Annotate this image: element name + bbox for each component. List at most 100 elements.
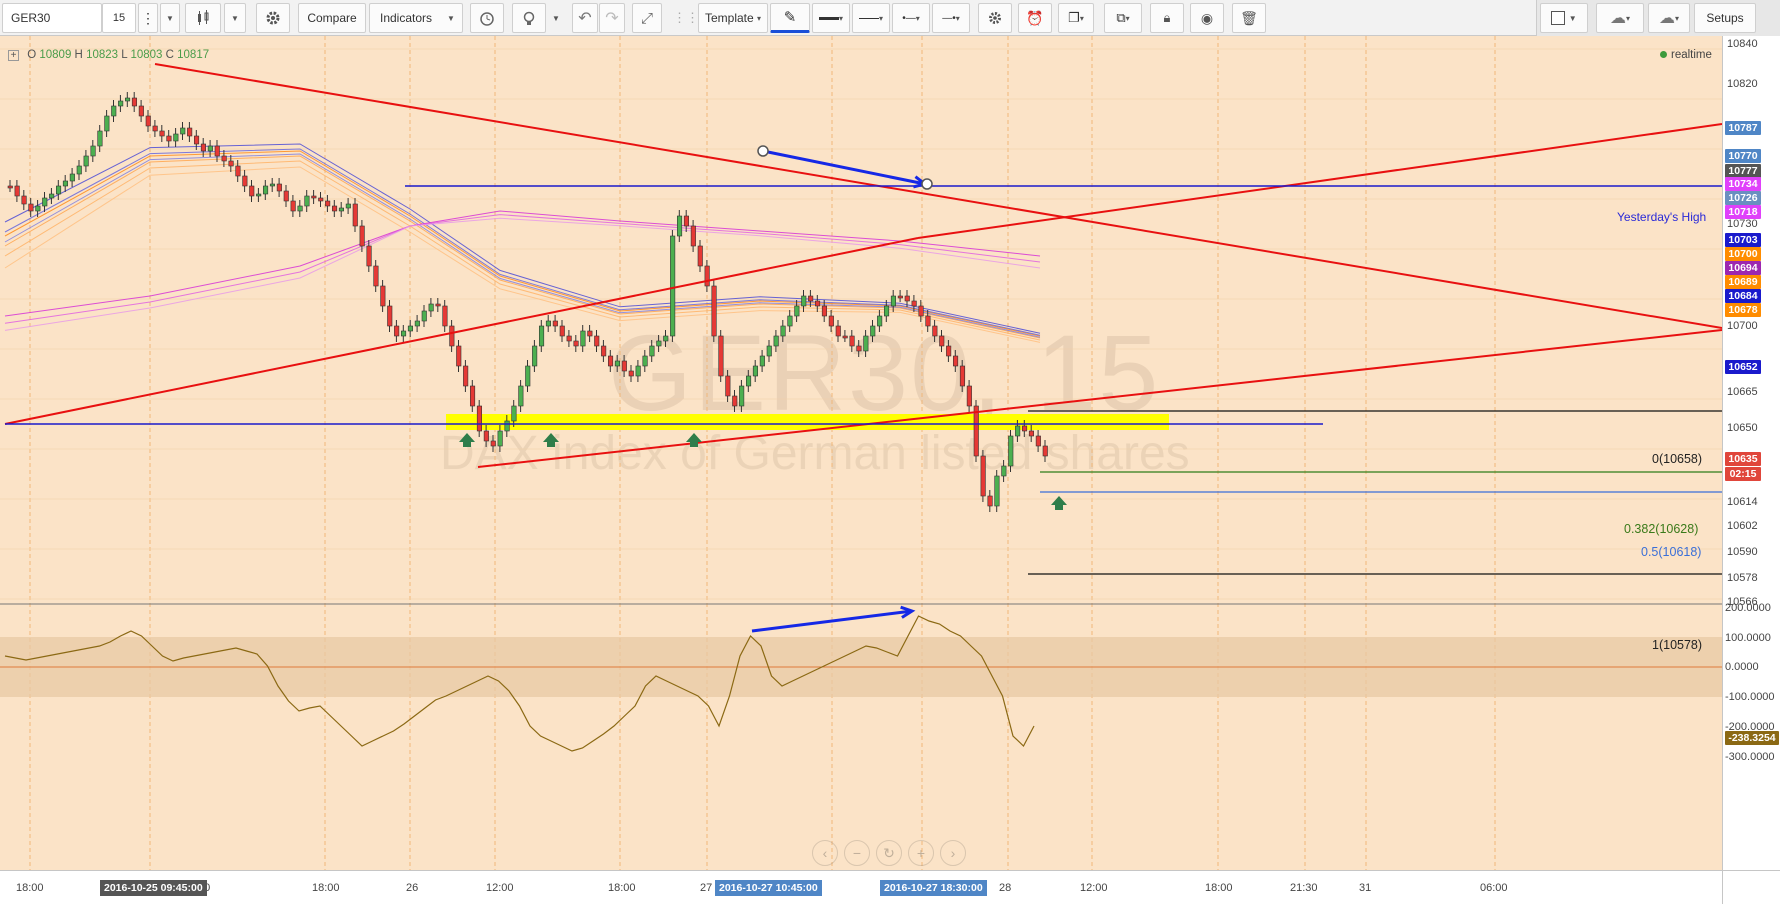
line-thin-icon [858,17,879,19]
candle-body [1008,435,1014,467]
trendline-upper [154,63,1722,329]
line-end-button[interactable]: —• ▾ [932,3,970,33]
candle-body [35,205,41,212]
candle-body [476,405,483,432]
candle-body [980,455,986,497]
time-highlight: 2016-10-27 18:30:00 [880,880,987,896]
anchor-handle [757,145,769,157]
visibility-button[interactable]: ◉ [1190,3,1224,33]
scroll-left-icon[interactable]: ‹ [812,840,838,866]
candle-body [83,155,89,167]
ideas-dropdown[interactable]: ▼ [546,3,566,33]
time-tick: 28 [999,882,1012,894]
chart-style-button[interactable] [185,3,221,33]
legend-expand-icon[interactable]: + [8,50,19,61]
lock-button[interactable]: 🔒︎ [1150,3,1184,33]
candle-body [566,335,572,342]
price-tag: 10694 [1725,261,1761,275]
settings-button[interactable] [256,3,290,33]
candle-body [911,300,917,307]
candle-body [338,207,345,212]
delete-button[interactable]: 🗑︎ [1232,3,1266,33]
line-color-button[interactable]: ▾ [812,3,850,33]
price-tick: 10730 [1727,218,1758,230]
drawing-alert-button[interactable]: ⏰ [1018,3,1052,33]
candle-body [704,265,710,287]
chart-style-dropdown[interactable]: ▼ [224,3,246,33]
candle-body [14,185,20,197]
time-axis[interactable]: 18:000018:002612:0018:00272812:0018:0021… [0,870,1722,904]
interval-selector[interactable]: 15 [102,3,136,33]
price-chart[interactable]: GER30, 15 DAX index of German listed sha… [0,36,1722,904]
candle-body [607,355,614,367]
line-dot-icon: •— [902,12,916,24]
price-tick: 10602 [1727,520,1758,532]
time-highlight: 2016-10-25 09:45:00 [100,880,207,896]
candle-body [256,193,262,197]
drawing-settings-button[interactable] [978,3,1012,33]
candle-body [242,175,248,187]
compare-button[interactable]: Compare [298,3,366,33]
high-label: H [74,49,83,61]
candle-body [821,305,828,317]
scroll-right-icon[interactable]: › [940,840,966,866]
trendline-lower-2 [917,123,1722,239]
undo-button[interactable]: ↶ [572,3,598,33]
price-tag: 10787 [1725,121,1761,135]
realtime-label: realtime [1671,49,1712,61]
reset-icon[interactable]: ↻ [876,840,902,866]
candle-body [228,160,234,167]
buy-arrow-icon [459,433,475,447]
clone-button[interactable]: ⧉ ▾ [1104,3,1142,33]
fullscreen-button[interactable]: ⤢ [632,3,662,33]
indicators-dropdown[interactable]: ▼ [440,3,462,33]
setups-button[interactable]: Setups [1694,3,1756,33]
symbol-input[interactable]: GER30 [2,3,102,33]
candle-body [870,325,876,337]
candle-body [394,325,400,337]
candle-body [483,430,489,442]
zoom-out-icon[interactable]: − [844,840,870,866]
candle-body [28,203,34,212]
alarm-clock-icon [480,12,494,26]
ideas-button[interactable] [512,3,546,33]
pencil-tool-button[interactable]: ✎ [770,3,810,33]
alert-button[interactable] [470,3,504,33]
fib-level-1: 1(10578) [1652,638,1703,652]
chart-canvas[interactable] [0,36,1722,904]
candle-body [525,365,531,387]
save-layout-button[interactable]: ☁ ▾ [1648,3,1690,33]
candle-body [345,203,351,209]
candle-body [559,325,565,337]
template-button[interactable]: Template ▾ [698,3,768,33]
support-zone [446,414,1169,430]
redo-button[interactable]: ↷ [599,3,625,33]
zoom-in-icon[interactable]: + [908,840,934,866]
fib-level-0382: 0.382(10628) [1624,522,1699,536]
time-tick: 06:00 [1480,882,1508,894]
line-style-button[interactable]: •— ▾ [892,3,930,33]
line-width-button[interactable]: ▾ [852,3,890,33]
candle-body [97,130,103,147]
high-value: 10823 [86,49,119,61]
arrange-button[interactable]: ❐ ▾ [1058,3,1094,33]
open-value: 10809 [39,49,72,61]
drag-handle[interactable]: ⋮⋮ [673,3,699,33]
load-layout-button[interactable]: ☁ ▾ [1596,3,1644,33]
candle-body [304,195,310,207]
layout-button[interactable]: ▼ [1540,3,1588,33]
compare-label: Compare [307,11,357,25]
candle-body [283,190,289,202]
candle-body [994,475,1000,507]
time-tick: 21:30 [1290,882,1318,894]
candle-body [697,245,703,267]
candle-body [918,305,924,317]
candles-icon [198,10,209,25]
candle-body [939,335,945,347]
price-axis[interactable]: 1084010820108001076010750107301071010700… [1722,36,1780,870]
candle-body [104,115,110,132]
candle-body [69,173,75,182]
candle-body [166,135,172,142]
interval-dropdown-button[interactable]: ▼ [160,3,180,33]
more-menu-button[interactable]: ⋮ [138,3,158,33]
